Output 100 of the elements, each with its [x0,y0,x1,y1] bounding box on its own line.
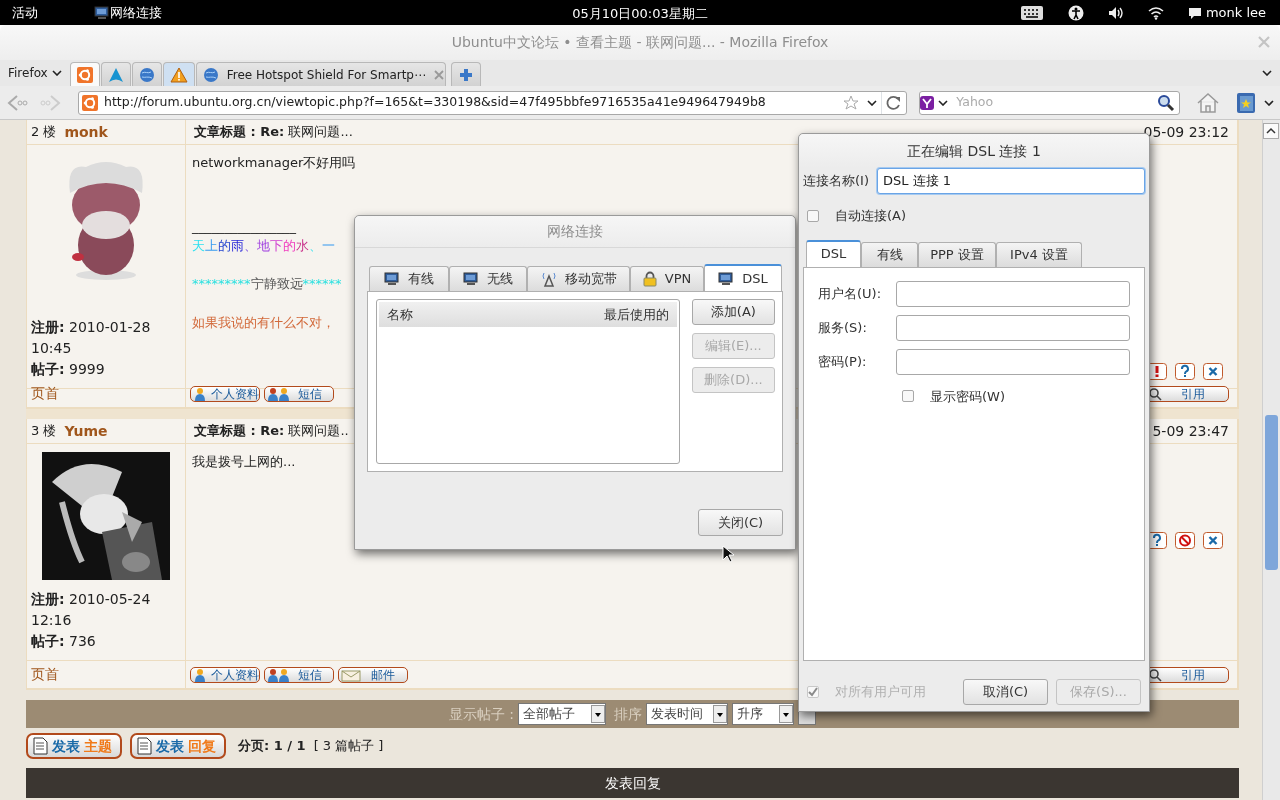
envelope-icon [341,667,363,682]
post-date: 5-09 23:47 [1152,421,1230,441]
text-field[interactable] [896,280,1130,307]
firefox-menu-button[interactable]: Firefox [4,62,66,84]
close-icon[interactable] [1203,362,1223,380]
scrollbar-thumb[interactable] [1265,415,1278,570]
user-menu[interactable]: monk lee [1205,2,1266,23]
message-button[interactable]: 短信 [264,385,334,402]
dropdown[interactable]: 全部帖子 [518,703,607,725]
warning-icon [169,66,188,83]
search-engine-icon[interactable] [920,95,935,110]
close-icon[interactable] [1203,531,1223,549]
globe-icon [202,66,219,83]
scrollbar[interactable] [1262,120,1280,800]
dialog-tab[interactable]: DSL [806,239,861,267]
author-name[interactable]: monk [64,121,108,143]
dialog-tab[interactable]: PPP 设置 [918,241,996,267]
url-field[interactable]: http://forum.ubuntu.org.cn/viewtopic.php?f=165&t=330198&sid=47f495bbfe9716535a41e949647949b8 [78,90,908,115]
text-field[interactable] [896,314,1130,341]
browser-tab[interactable]: Free Hotspot Shield For Smartp⋯ [195,62,446,86]
star-icon[interactable] [843,94,860,111]
close-button[interactable]: 关闭(C) [698,509,783,536]
caret-icon[interactable] [867,99,878,106]
new-topic-button[interactable]: 发表 主题 [26,733,122,759]
profile-button[interactable]: 个人资料 [190,385,260,402]
scroll-up-icon[interactable] [1263,122,1279,139]
padlock-icon [642,271,657,287]
search-icon[interactable] [1157,93,1175,112]
dialog-tab[interactable]: 无线 [449,266,527,291]
post-subject: 文章标题 : Re: 联网问题.. [193,422,349,441]
caret-icon[interactable] [1264,99,1274,106]
mouse-cursor-icon [722,545,734,563]
top-link[interactable]: 页首 [31,383,59,404]
ban-icon[interactable] [1175,531,1195,549]
browser-tab[interactable] [162,62,195,86]
connection-list[interactable]: 名称 最后使用的 [376,299,680,464]
dropdown[interactable]: 发表时间 [646,703,729,725]
new-tab-icon[interactable] [457,66,474,83]
dialog-tab[interactable]: IPv4 设置 [996,241,1082,267]
help-icon[interactable] [1175,362,1195,380]
caret-icon[interactable] [938,99,949,106]
checkbox-label: 显示密码(W) [930,387,1005,406]
mountain-icon [107,66,124,83]
magnifier-icon [1148,667,1162,682]
text-field[interactable]: DSL 连接 1 [877,168,1145,194]
activities-button[interactable]: 活动 [12,2,38,23]
column-header[interactable]: 名称 [387,304,413,325]
reply-button[interactable]: 发表 回复 [130,733,226,759]
field-label: 连接名称(I) [803,172,869,191]
message-button[interactable]: 短信 [264,666,334,683]
checkbox-label: 对所有用户可用 [835,682,926,701]
post-count: 帖子: 736 [31,632,97,651]
browser-tab[interactable] [100,62,131,86]
text-field[interactable] [896,348,1130,375]
column-header[interactable]: 最后使用的 [603,304,669,325]
checkbox[interactable] [807,209,819,222]
dialog-button[interactable]: 添加(A) [691,299,775,325]
signature-text: 天上的雨、地下的水、一 [192,237,335,255]
reply-bar-title: 发表回复 [604,773,661,793]
chat-icon [1187,5,1202,20]
magnifier-icon [1148,386,1162,401]
accessibility-icon[interactable] [1067,4,1084,21]
caret-icon[interactable] [51,70,62,76]
dialog-tab[interactable]: 有线 [369,266,449,291]
dialog-tab[interactable]: 移动宽带 [527,266,630,291]
post-subject: 文章标题 : Re: 联网问题... [193,123,353,142]
author-name[interactable]: Yume [64,420,108,442]
caret-icon[interactable] [1262,70,1272,76]
email-button[interactable]: 邮件 [338,666,408,683]
browser-tab[interactable] [69,62,100,86]
sort-label: 排序 [614,704,643,724]
app-menu[interactable]: 网络连接 [110,2,162,23]
dialog-button[interactable]: 取消(C) [963,678,1048,705]
checkbox[interactable] [902,390,914,403]
top-link[interactable]: 页首 [31,664,59,685]
ubuntu-logo-icon [82,94,98,111]
ubuntu-logo-icon [76,66,93,83]
registration-date: 注册: 2010-01-28 10:45 [31,317,152,358]
dropdown[interactable]: 升序 [732,703,795,725]
bookmarks-icon[interactable] [1236,91,1256,114]
keyboard-icon[interactable] [1019,4,1044,21]
signature-motto: *********宁静致远****** [192,274,342,293]
wifi-icon[interactable] [1147,5,1164,20]
floor-label: 3 楼 [31,422,57,441]
post-body: 我是拨号上网的... [192,453,296,471]
field-label: 服务(S): [818,318,867,337]
post-count: 帖子: 9999 [31,359,106,379]
document-icon [32,737,48,755]
clock-label[interactable]: 05月10日00:03星期二 [572,6,708,21]
dialog-tab[interactable]: DSL [704,264,782,291]
monitor-icon [718,271,735,286]
browser-tab[interactable] [131,62,162,86]
dialog-tab[interactable]: VPN [630,266,704,291]
pagination-label: 分页: 1 / 1 [238,737,306,756]
post-body: networkmanager不好用吗 [192,154,356,172]
volume-icon[interactable] [1107,5,1124,20]
profile-button[interactable]: 个人资料 [190,666,260,683]
dialog-tab[interactable]: 有线 [861,241,918,267]
post-count-label: [ 3 篇帖子 ] [313,737,384,756]
window-title: Ubuntu中文论坛 • 查看主题 - 联网问题... - Mozilla Firefox [451,33,829,52]
